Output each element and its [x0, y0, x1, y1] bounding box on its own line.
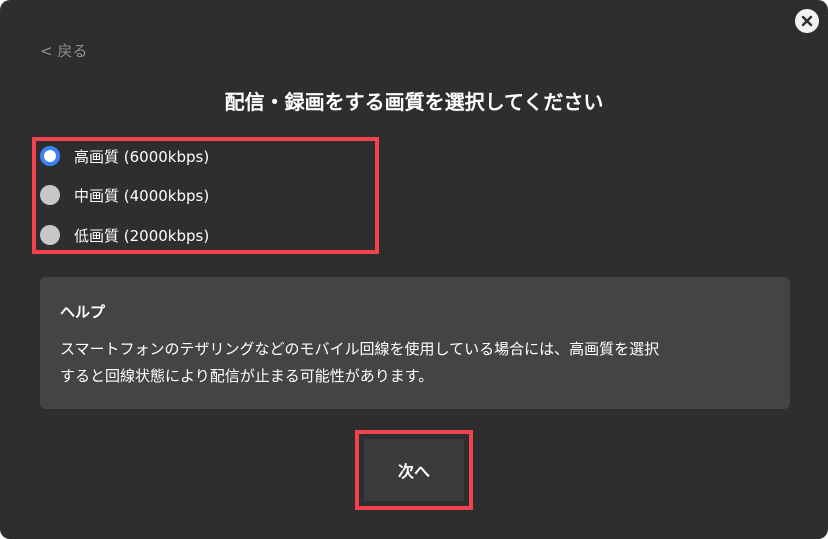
quality-option-medium[interactable]: 中画質 (4000kbps) — [40, 183, 209, 207]
help-title: ヘルプ — [60, 303, 106, 321]
quality-option-label: 低画質 (2000kbps) — [74, 226, 210, 245]
quality-option-label: 中画質 (4000kbps) — [74, 186, 210, 205]
help-text: スマートフォンのテザリングなどのモバイル回線を使用している場合には、高画質を選択… — [60, 336, 770, 390]
close-icon — [801, 15, 813, 27]
quality-select-dialog: < 戻る 配信・録画をする画質を選択してください 高画質 (6000kbps) … — [0, 0, 828, 539]
dialog-title: 配信・録画をする画質を選択してください — [224, 90, 604, 114]
radio-button[interactable] — [40, 185, 60, 205]
radio-button-checked[interactable] — [40, 146, 60, 166]
help-text-line: すると回線状態により配信が止まる可能性があります。 — [60, 367, 434, 385]
next-button[interactable]: 次へ — [364, 439, 464, 501]
help-text-line: スマートフォンのテザリングなどのモバイル回線を使用している場合には、高画質を選択 — [60, 340, 660, 358]
help-panel: ヘルプ スマートフォンのテザリングなどのモバイル回線を使用している場合には、高画… — [40, 277, 790, 409]
quality-option-high[interactable]: 高画質 (6000kbps) — [40, 144, 209, 168]
quality-option-label: 高画質 (6000kbps) — [74, 147, 210, 166]
quality-option-low[interactable]: 低画質 (2000kbps) — [40, 223, 209, 247]
radio-button[interactable] — [40, 225, 60, 245]
back-link[interactable]: < 戻る — [40, 40, 87, 61]
close-button[interactable] — [795, 9, 819, 33]
